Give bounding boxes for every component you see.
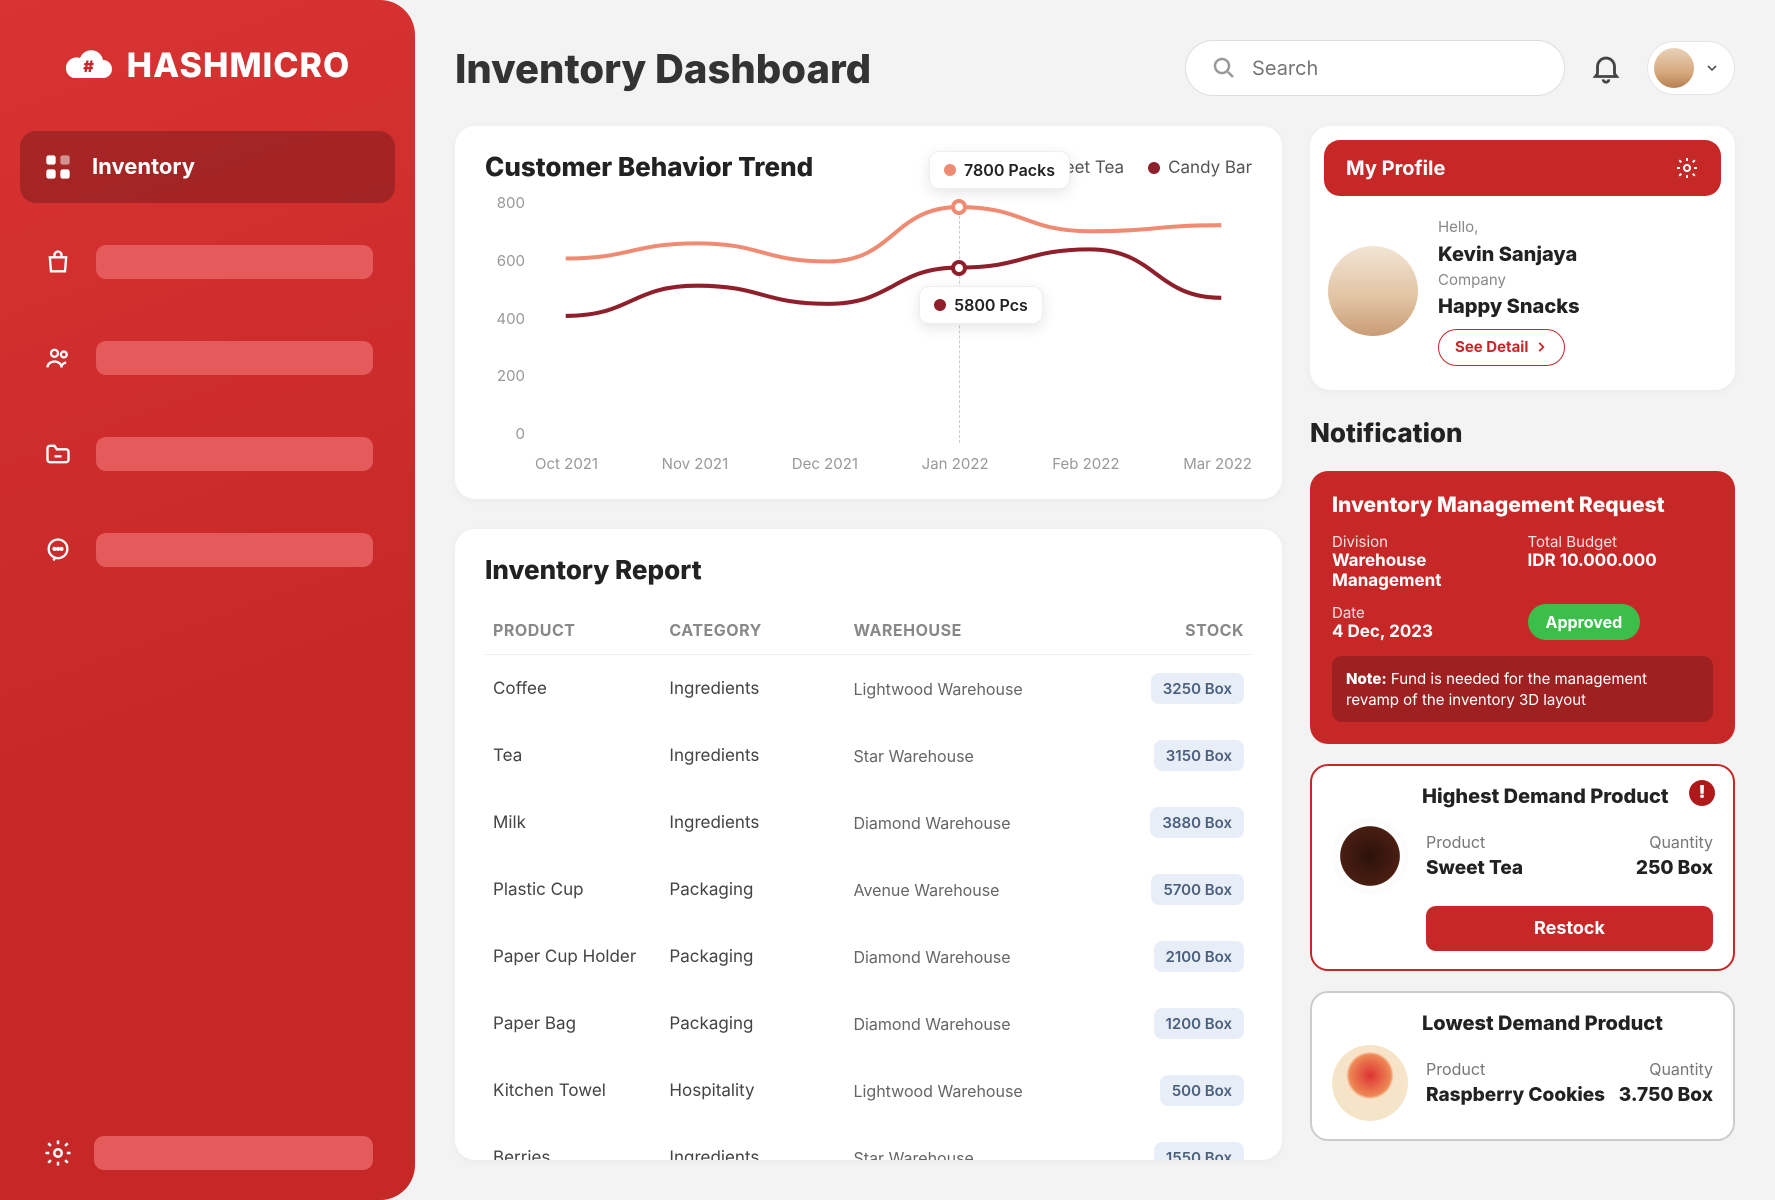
cloud-hash-icon: # <box>65 48 113 84</box>
table-row[interactable]: MilkIngredientsDiamond Warehouse3880 Box <box>485 789 1252 856</box>
sidebar: # HASHMICRO Inventory <box>0 0 415 1200</box>
sidebar-placeholder <box>96 341 373 375</box>
table-row[interactable]: BerriesIngredientsStar Warehouse1550 Box <box>485 1124 1252 1160</box>
chat-icon <box>42 534 74 566</box>
sidebar-item-chat[interactable] <box>20 513 395 587</box>
sidebar-item-bag[interactable] <box>20 225 395 299</box>
profile-info: Hello, Kevin Sanjaya Company Happy Snack… <box>1438 216 1580 366</box>
sidebar-placeholder <box>96 437 373 471</box>
table-row[interactable]: Plastic CupPackagingAvenue Warehouse5700… <box>485 856 1252 923</box>
highest-demand-card: ! Highest Demand Product Product Quantit… <box>1310 764 1735 971</box>
product-image <box>1332 1045 1408 1121</box>
bag-icon <box>42 246 74 278</box>
chart-card: Customer Behavior Trend Sweet Tea Candy … <box>455 126 1282 499</box>
avatar <box>1328 246 1418 336</box>
legend-item: Candy Bar <box>1148 158 1252 178</box>
product-image <box>1332 818 1408 894</box>
table-row[interactable]: Kitchen TowelHospitalityLightwood Wareho… <box>485 1057 1252 1124</box>
main: Inventory Dashboard <box>415 0 1775 1200</box>
sidebar-item-inventory[interactable]: Inventory <box>20 131 395 203</box>
th-stock: STOCK <box>1099 606 1252 655</box>
sidebar-placeholder <box>94 1136 373 1170</box>
sidebar-item-settings[interactable] <box>20 1136 395 1170</box>
th-product: PRODUCT <box>485 606 661 655</box>
report-table: PRODUCT CATEGORY WAREHOUSE STOCK CoffeeI… <box>485 606 1252 1160</box>
chart-y-axis: 8006004002000 <box>485 193 525 443</box>
profile-menu[interactable] <box>1647 41 1735 95</box>
th-category: CATEGORY <box>661 606 845 655</box>
search-box[interactable] <box>1185 40 1565 96</box>
profile-header: My Profile <box>1324 140 1721 196</box>
folder-icon <box>42 438 74 470</box>
th-warehouse: WAREHOUSE <box>845 606 1098 655</box>
gear-icon[interactable] <box>1675 156 1699 180</box>
table-row[interactable]: CoffeeIngredientsLightwood Warehouse3250… <box>485 655 1252 723</box>
grid-icon <box>42 151 74 183</box>
report-card: Inventory Report PRODUCT CATEGORY WAREHO… <box>455 529 1282 1160</box>
sidebar-item-folder[interactable] <box>20 417 395 491</box>
status-badge: Approved <box>1528 604 1641 640</box>
brand-logo: # HASHMICRO <box>20 45 395 86</box>
bell-icon[interactable] <box>1589 51 1623 85</box>
svg-text:#: # <box>83 56 95 76</box>
sidebar-placeholder <box>96 533 373 567</box>
chart-tooltip: 5800 Pcs <box>919 286 1043 324</box>
table-row[interactable]: Paper BagPackagingDiamond Warehouse1200 … <box>485 990 1252 1057</box>
chart-plot: 7800 Packs5800 Pcs <box>535 201 1252 443</box>
chart-tooltip: 7800 Packs <box>929 151 1070 189</box>
avatar <box>1654 48 1694 88</box>
sidebar-item-users[interactable] <box>20 321 395 395</box>
lowest-demand-card: Lowest Demand Product Product Quantity R… <box>1310 991 1735 1141</box>
users-icon <box>42 342 74 374</box>
see-detail-button[interactable]: See Detail <box>1438 329 1565 366</box>
chart-x-axis: Oct 2021Nov 2021Dec 2021Jan 2022Feb 2022… <box>535 454 1252 473</box>
notification-title: Notification <box>1310 418 1735 449</box>
topbar: Inventory Dashboard <box>455 40 1735 96</box>
report-title: Inventory Report <box>485 555 1252 586</box>
request-card: Inventory Management Request Division Wa… <box>1310 471 1735 744</box>
restock-button[interactable]: Restock <box>1426 906 1713 951</box>
search-input[interactable] <box>1250 55 1567 81</box>
table-row[interactable]: TeaIngredientsStar Warehouse3150 Box <box>485 722 1252 789</box>
brand-text: HASHMICRO <box>127 45 351 86</box>
alert-icon: ! <box>1689 780 1715 806</box>
table-row[interactable]: Paper Cup HolderPackagingDiamond Warehou… <box>485 923 1252 990</box>
sidebar-item-label: Inventory <box>92 154 195 180</box>
profile-card: My Profile Hello, Kevin Sanjaya Company … <box>1310 126 1735 390</box>
request-note: Note: Fund is needed for the management … <box>1332 656 1713 722</box>
gear-icon <box>42 1137 74 1169</box>
sidebar-placeholder <box>96 245 373 279</box>
chevron-down-icon <box>1704 60 1720 76</box>
search-icon <box>1212 56 1236 80</box>
page-title: Inventory Dashboard <box>455 44 1161 93</box>
